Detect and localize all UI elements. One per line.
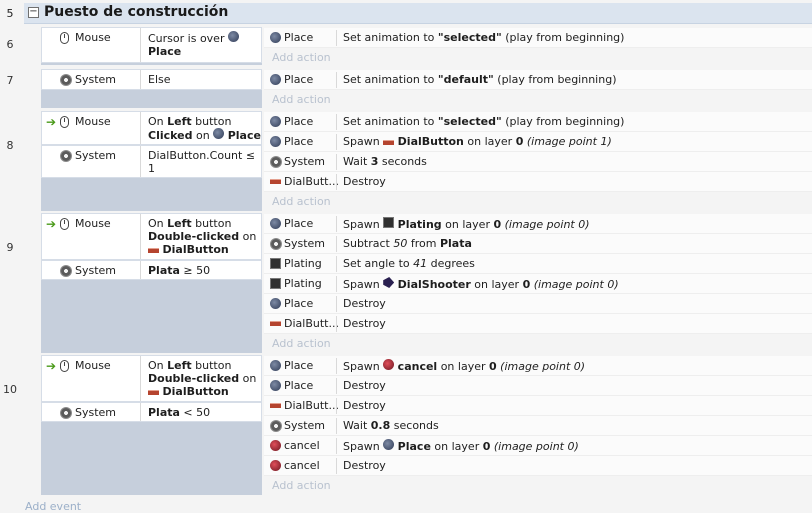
event-number: 8 xyxy=(6,139,14,152)
gear-icon xyxy=(60,407,72,419)
action-row[interactable]: DialButt... Destroy xyxy=(264,396,812,416)
condition-row[interactable]: System Plata ≥ 50 xyxy=(41,260,262,280)
action-row[interactable]: Place Destroy xyxy=(264,376,812,396)
condition-row[interactable]: System DialButton.Count ≤1 xyxy=(41,145,262,178)
mouse-icon xyxy=(60,32,69,44)
event-number: 7 xyxy=(6,74,14,87)
condition-row[interactable]: ➔ Mouse On Left button Double-clicked on … xyxy=(41,355,262,402)
action-row[interactable]: System Wait 0.8 seconds xyxy=(264,416,812,436)
mouse-icon xyxy=(60,218,69,230)
place-icon xyxy=(270,74,281,85)
line-number: 5 xyxy=(6,7,14,20)
add-action-link[interactable]: Add action xyxy=(264,90,331,110)
dialbutton-icon xyxy=(270,179,281,184)
group-title: Puesto de construcción xyxy=(44,4,229,20)
condition-row[interactable]: System Else xyxy=(41,69,262,90)
gear-icon xyxy=(60,150,72,162)
action-row[interactable]: Place Spawn Plating on layer 0 (image po… xyxy=(264,214,812,234)
place-icon xyxy=(270,298,281,309)
add-action-link[interactable]: Add action xyxy=(264,476,331,496)
gear-icon xyxy=(270,420,282,432)
condition-row[interactable]: ➔ Mouse On Left button Double-clicked on … xyxy=(41,213,262,260)
plating-icon xyxy=(270,278,281,289)
dialbutton-icon xyxy=(270,403,281,408)
dialshooter-icon xyxy=(383,277,395,288)
place-icon xyxy=(270,218,281,229)
add-action-link[interactable]: Add action xyxy=(264,192,331,212)
cancel-icon xyxy=(383,359,395,370)
dialbutton-icon xyxy=(148,390,159,395)
action-row[interactable]: Place Destroy xyxy=(264,294,812,314)
action-row[interactable]: Plating Set angle to 41 degrees xyxy=(264,254,812,274)
mouse-icon xyxy=(60,360,69,372)
place-icon xyxy=(270,136,281,147)
place-icon xyxy=(383,439,395,450)
dialbutton-icon xyxy=(270,321,281,326)
plating-icon xyxy=(270,258,281,269)
event-number: 10 xyxy=(3,383,17,396)
cancel-icon xyxy=(270,460,281,471)
trigger-arrow-icon: ➔ xyxy=(46,217,57,231)
action-row[interactable]: DialButt... Destroy xyxy=(264,172,812,192)
action-row[interactable]: System Subtract 50 from Plata xyxy=(264,234,812,254)
action-row[interactable]: Place Set animation to "selected" (play … xyxy=(264,28,812,48)
action-row[interactable]: Place Set animation to "selected" (play … xyxy=(264,112,812,132)
action-row[interactable]: System Wait 3 seconds xyxy=(264,152,812,172)
action-row[interactable]: Plating Spawn DialShooter on layer 0 (im… xyxy=(264,274,812,294)
place-icon xyxy=(270,116,281,127)
gear-icon xyxy=(60,265,72,277)
place-icon xyxy=(213,128,225,139)
trigger-arrow-icon: ➔ xyxy=(46,115,57,129)
gear-icon xyxy=(60,74,72,86)
place-icon xyxy=(270,360,281,371)
dialbutton-icon xyxy=(148,248,159,253)
action-row[interactable]: Place Set animation to "default" (play f… xyxy=(264,70,812,90)
action-row[interactable]: DialButt... Destroy xyxy=(264,314,812,334)
event-number: 9 xyxy=(6,241,14,254)
collapse-group-button[interactable]: − xyxy=(28,7,39,18)
add-action-link[interactable]: Add action xyxy=(264,48,331,68)
condition-object: Mouse xyxy=(75,31,111,44)
gear-icon xyxy=(270,156,282,168)
mouse-icon xyxy=(60,116,69,128)
condition-row[interactable]: System Plata < 50 xyxy=(41,402,262,422)
action-row[interactable]: Place Spawn DialButton on layer 0 (image… xyxy=(264,132,812,152)
dialbutton-icon xyxy=(383,140,395,145)
action-row[interactable]: cancel Destroy xyxy=(264,456,812,476)
place-icon xyxy=(270,380,281,391)
cancel-icon xyxy=(270,440,281,451)
event-number: 6 xyxy=(6,38,14,51)
action-row[interactable]: Place Spawn cancel on layer 0 (image poi… xyxy=(264,356,812,376)
trigger-arrow-icon: ➔ xyxy=(46,359,57,373)
action-row[interactable]: cancel Spawn Place on layer 0 (image poi… xyxy=(264,436,812,456)
place-icon xyxy=(227,31,239,42)
place-icon xyxy=(270,32,281,43)
condition-text: Cursor is over Place xyxy=(148,31,262,58)
add-action-link[interactable]: Add action xyxy=(264,334,331,354)
gear-icon xyxy=(270,238,282,250)
condition-row[interactable]: ➔ Mouse On Left button Clicked on Place xyxy=(41,111,262,145)
add-event-link[interactable]: Add event xyxy=(25,500,81,513)
plating-icon xyxy=(383,217,395,228)
condition-row[interactable]: Mouse Cursor is over Place xyxy=(41,27,262,63)
